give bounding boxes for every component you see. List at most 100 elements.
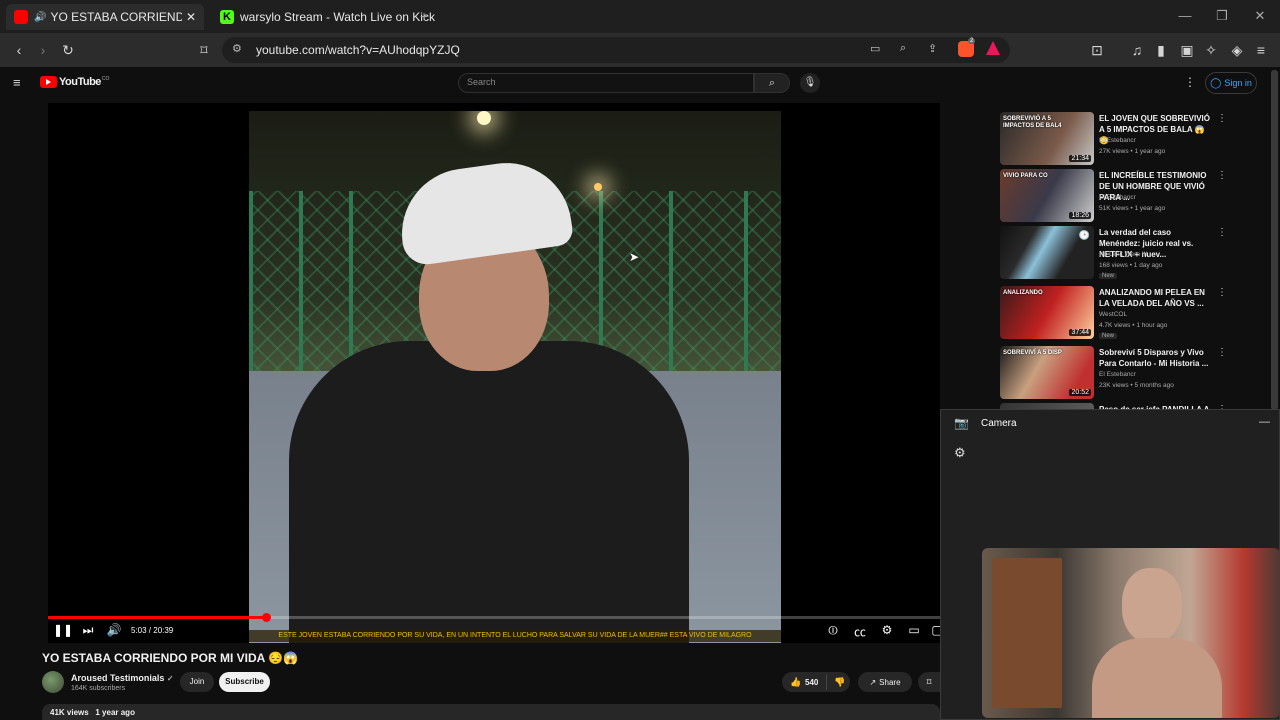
microphone-icon: 🎙 [803, 77, 817, 88]
miniplayer-button[interactable]: ▭ [905, 623, 923, 637]
thumbnail-text: ANALIZANDO [1003, 290, 1043, 296]
minimize-icon[interactable]: — [1175, 8, 1195, 23]
site-info-icon[interactable]: ⚙ [232, 42, 242, 55]
share-page-icon[interactable]: ⇪ [928, 42, 937, 55]
progress-bar[interactable] [48, 613, 940, 622]
recommendation-item[interactable]: SOBREVIVÍ A 5 DISP 20:52 Sobreviví 5 Dispa… [1000, 346, 1270, 402]
subscribe-button[interactable]: Subscribe [219, 672, 270, 692]
mouse-cursor-icon: ➤ [629, 250, 640, 264]
menu-icon[interactable]: ≡ [1252, 41, 1270, 59]
theater-icon: ▢ [931, 623, 940, 637]
video-description-box[interactable]: 41K views 1 year ago [42, 704, 940, 720]
tab-youtube[interactable]: 🔊 YO ESTABA CORRIENDO POR ✕ [6, 4, 204, 30]
screenshot-icon[interactable]: ⊡ [1088, 41, 1106, 59]
page-scrollbar[interactable] [1271, 70, 1278, 410]
next-button[interactable]: ⏭ [79, 623, 97, 638]
search-button[interactable]: ⌕ [754, 73, 790, 93]
cast-icon[interactable]: ▭ [870, 42, 880, 55]
address-bar[interactable]: ⚙ youtube.com/watch?v=AUhodqpYZJQ ▭ ⌕ ⇪ … [222, 37, 1010, 63]
browser-tab-strip: 🔊 YO ESTABA CORRIENDO POR ✕ K warsylo St… [0, 0, 1280, 33]
recommendation-channel[interactable]: El Estebancr [1099, 137, 1136, 144]
hamburger-menu-icon[interactable]: ≡ [13, 75, 21, 90]
voice-search-button[interactable]: 🎙 [800, 73, 820, 93]
url-text: youtube.com/watch?v=AUhodqpYZJQ [256, 43, 460, 57]
upload-age: 1 year ago [95, 708, 135, 717]
pause-button[interactable]: ❚❚ [53, 623, 74, 637]
sidebar-icon[interactable]: ▮ [1152, 41, 1170, 59]
youtube-favicon-icon [14, 10, 28, 24]
like-icon[interactable]: 👍 [790, 677, 801, 688]
close-window-icon[interactable]: ✕ [1250, 8, 1270, 24]
recommendation-item[interactable]: VIVIO PARA CO 18:26 EL INCREÍBLE TESTIMONI… [1000, 169, 1270, 225]
forward-icon[interactable]: › [34, 41, 52, 59]
tab-kick[interactable]: K warsylo Stream - Watch Live on Kick [212, 4, 435, 30]
close-tab-icon[interactable]: ✕ [186, 10, 196, 24]
more-options-icon[interactable]: ⋮ [1217, 287, 1227, 298]
recommendation-thumbnail[interactable]: SOBREVIVIÓ A 5 IMPACTOS DE BAL4 21:34 [1000, 112, 1094, 165]
gear-icon: ⚙ [881, 623, 893, 637]
join-button[interactable]: Join [180, 672, 214, 692]
youtube-logo[interactable]: YouTube CO [40, 76, 109, 88]
recommendation-title[interactable]: ANALIZANDO MI PELEA EN LA VELADA DEL AÑO… [1099, 287, 1213, 309]
recommendation-channel[interactable]: WestCOL [1099, 311, 1127, 318]
share-button[interactable]: ↗ Share [858, 672, 912, 692]
settings-button[interactable]: ⚙ [878, 623, 896, 637]
bookmark-icon[interactable]: ⌑ [195, 41, 213, 59]
dislike-icon[interactable]: 👎 [834, 677, 845, 688]
media-icon[interactable]: ♫ [1128, 41, 1146, 59]
recommendation-thumbnail[interactable]: SOBREVIVÍ A 5 DISP 20:52 [1000, 346, 1094, 399]
maximize-icon[interactable]: ❐ [1212, 8, 1232, 24]
thumbnail-text: SOBREVIVÍ A 5 DISP [1003, 350, 1062, 356]
view-count: 41K views [50, 708, 89, 717]
zoom-icon[interactable]: ⌕ [900, 42, 906, 55]
leo-ai-icon[interactable]: ✧ [1202, 41, 1220, 59]
more-options-icon[interactable]: ⋮ [1217, 227, 1227, 238]
recommendation-title[interactable]: Sobreviví 5 Disparos y Vivo Para Contarl… [1099, 347, 1213, 369]
video-player[interactable]: ESTE JOVEN ESTABA CORRIENDO POR SU VIDA,… [48, 103, 940, 643]
recommendation-item[interactable]: 🕒 La verdad del caso Menéndez: juicio rea… [1000, 226, 1270, 282]
person-head [1122, 568, 1182, 643]
new-tab-icon[interactable]: + [420, 8, 428, 24]
captions-icon: ㏄ [853, 625, 866, 639]
recommendation-thumbnail[interactable]: ANALIZANDO 37:44 [1000, 286, 1094, 339]
search-icon: ⌕ [768, 77, 776, 89]
theater-button[interactable]: ▢ [928, 623, 940, 637]
camera-settings-icon[interactable]: ⚙ [954, 445, 966, 461]
pause-icon: ❚❚ [53, 623, 74, 637]
video-subtitle-banner: ESTE JOVEN ESTABA CORRIENDO POR SU VIDA,… [249, 630, 781, 642]
thumbnail-text: SOBREVIVIÓ A 5 IMPACTOS DE BAL4 [1003, 116, 1062, 129]
recommendation-thumbnail[interactable]: VIVIO PARA CO 18:26 [1000, 169, 1094, 222]
vpn-icon[interactable]: ◈ [1228, 41, 1246, 59]
more-options-icon[interactable]: ⋮ [1184, 75, 1196, 89]
street-lamp [477, 111, 491, 125]
more-options-icon[interactable]: ⋮ [1217, 170, 1227, 181]
recommendation-channel[interactable]: El Estebancr [1099, 371, 1136, 378]
recommendation-meta: 23K views • 5 months ago [1099, 382, 1174, 389]
recommendation-channel[interactable]: No Limit Wero !!! [1099, 251, 1147, 258]
brave-rewards-icon[interactable] [986, 41, 1000, 55]
wallet-icon[interactable]: ▣ [1178, 41, 1196, 59]
more-options-icon[interactable]: ⋮ [1217, 113, 1227, 124]
recommendation-channel[interactable]: El Estebancr [1099, 194, 1136, 201]
autoplay-toggle[interactable]: ⏼ [822, 623, 844, 638]
save-button[interactable]: ⌑ [918, 672, 940, 692]
captions-button[interactable]: ㏄ [851, 623, 869, 640]
video-frame [249, 111, 781, 643]
kick-favicon-icon: K [220, 10, 234, 24]
watch-later-icon[interactable]: 🕒 [1079, 230, 1090, 241]
reload-icon[interactable]: ↻ [59, 41, 77, 59]
more-options-icon[interactable]: ⋮ [1217, 347, 1227, 358]
recommendation-item[interactable]: ANALIZANDO 37:44 ANALIZANDO MI PELEA EN LA… [1000, 286, 1270, 342]
like-count: 540 [805, 678, 819, 687]
minimize-icon[interactable]: — [1259, 416, 1270, 428]
channel-avatar[interactable] [42, 671, 64, 693]
like-dislike-group: 👍 540 👎 [782, 672, 850, 692]
channel-name[interactable]: Aroused Testimonials ✓ [71, 673, 174, 683]
recommendation-item[interactable]: SOBREVIVIÓ A 5 IMPACTOS DE BAL4 21:34 EL J… [1000, 112, 1270, 168]
search-input[interactable]: Search [458, 73, 754, 93]
back-icon[interactable]: ‹ [10, 41, 28, 59]
youtube-logo-text: YouTube [59, 76, 101, 88]
volume-button[interactable]: 🔊 [105, 623, 123, 637]
recommendation-thumbnail[interactable]: 🕒 [1000, 226, 1094, 279]
sign-in-button[interactable]: ◯ Sign in [1205, 72, 1257, 94]
